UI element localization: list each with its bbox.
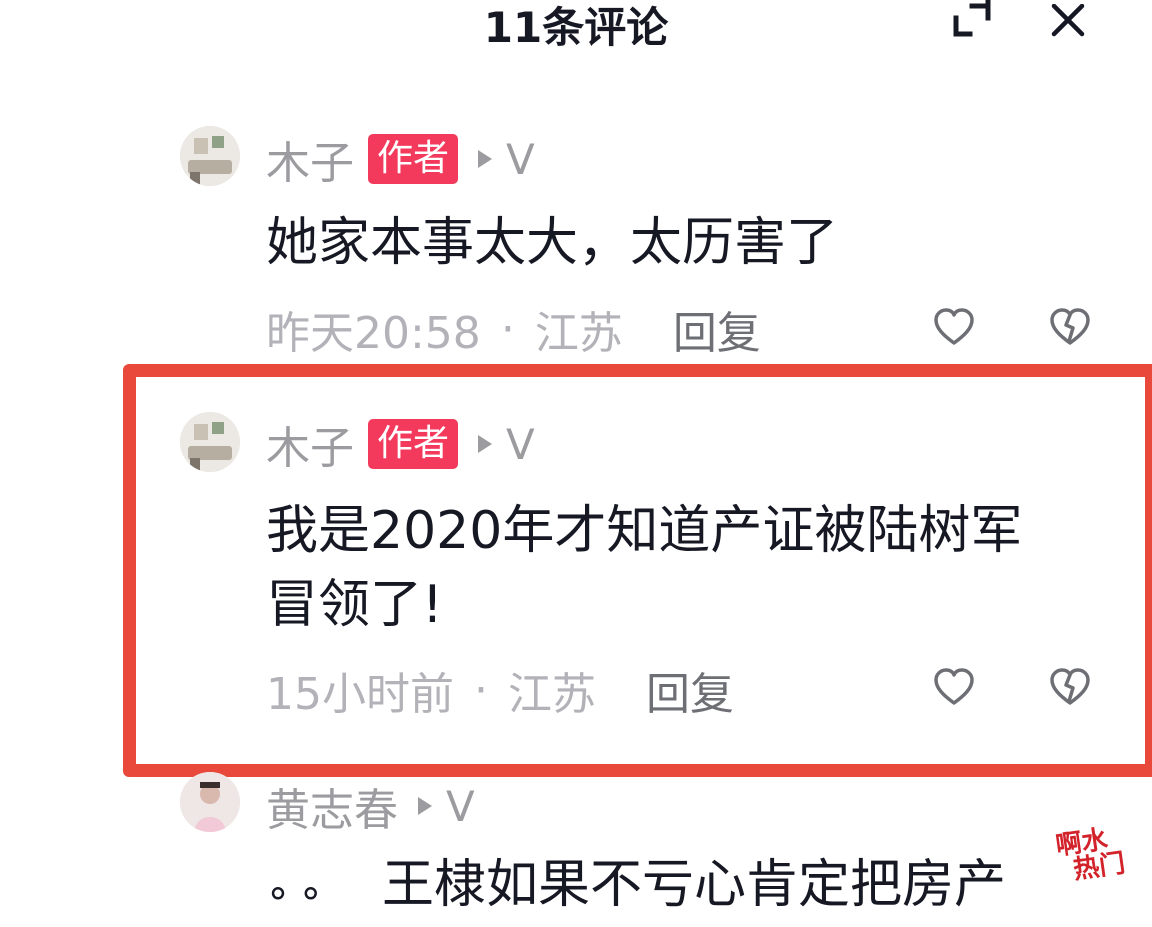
comment-text: 她家本事太大，太历害了	[266, 206, 838, 280]
comment-header: 黄志春 V	[266, 774, 475, 838]
comment-header: 木子 作者 V	[266, 414, 535, 474]
like-heart-icon[interactable]	[933, 307, 975, 351]
author-name[interactable]: 木子	[266, 127, 354, 191]
meta-separator: ·	[500, 303, 515, 355]
meta-separator: ·	[474, 664, 488, 716]
avatar[interactable]	[180, 126, 240, 186]
comment-location: 江苏	[508, 669, 596, 720]
comment-text-line: 她家本事太大，太历害了	[266, 213, 839, 273]
comment-location: 江苏	[534, 308, 623, 359]
reply-arrow-icon	[478, 150, 493, 168]
like-heart-icon[interactable]	[933, 667, 975, 711]
comment-header: 木子 作者 V	[266, 129, 535, 189]
reply-button[interactable]: 回复	[646, 658, 734, 722]
watermark-line: 热门	[1071, 848, 1128, 886]
comment-text-line: 冒领了!	[266, 575, 443, 635]
reply-target-name[interactable]: V	[446, 782, 475, 831]
comment-time: 15小时前	[266, 669, 454, 720]
comment-meta: 昨天20:58 · 江苏 回复	[266, 297, 761, 361]
author-name[interactable]: 木子	[266, 412, 354, 476]
author-badge: 作者	[368, 134, 459, 184]
author-badge: 作者	[368, 419, 459, 469]
author-name[interactable]: 黄志春	[266, 774, 398, 838]
dislike-broken-heart-icon[interactable]	[1049, 667, 1091, 711]
expand-icon[interactable]	[950, 0, 994, 40]
emoji-partial: ° °	[268, 881, 321, 927]
comment-time: 昨天20:58	[266, 308, 481, 359]
reply-arrow-icon	[478, 435, 493, 453]
reply-target-name[interactable]: V	[506, 420, 535, 469]
watermark-logo: 啊水 热门	[1054, 823, 1142, 894]
avatar[interactable]	[180, 412, 240, 472]
reply-arrow-icon	[418, 797, 432, 815]
comment-text-line: 我是2020年才知道产证被陆树军	[266, 501, 1023, 561]
reply-button[interactable]: 回复	[673, 297, 761, 361]
comment-text: 我是2020年才知道产证被陆树军 冒领了!	[266, 494, 1022, 642]
reply-target-name[interactable]: V	[506, 135, 535, 184]
avatar[interactable]	[180, 772, 240, 832]
close-icon[interactable]	[1050, 4, 1086, 38]
comment-meta: 15小时前 · 江苏 回复	[266, 658, 734, 722]
dislike-broken-heart-icon[interactable]	[1049, 307, 1091, 351]
